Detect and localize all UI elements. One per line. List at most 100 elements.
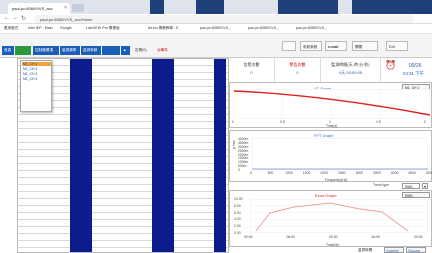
fft-plot	[252, 138, 428, 170]
axis-tick: 00:00	[244, 235, 253, 239]
x-tick: 0	[232, 120, 234, 124]
grid-row	[18, 192, 228, 199]
axis-tick: 5000	[426, 171, 432, 175]
grid-row	[18, 206, 228, 213]
bookmark-item[interactable]: LabVIEW Pro 專業版	[86, 26, 120, 31]
settings-button[interactable]	[282, 41, 296, 51]
y-axis-label: g rms	[232, 140, 236, 149]
axis-tick: 6.00	[234, 210, 241, 215]
bookmark-item[interactable]: pau-pc:8080/VVS_	[248, 26, 278, 30]
grid-row	[18, 164, 228, 171]
bookmark-item[interactable]: Google	[60, 26, 72, 30]
dropdown-option[interactable]: M1_CH 3	[22, 72, 51, 76]
legend-box: RMS	[402, 192, 430, 198]
axis-tick: 2.00	[234, 224, 241, 229]
system-params-button[interactable]: 系統參數	[300, 41, 322, 51]
window-decoration	[196, 0, 224, 14]
toolbar-button[interactable]	[15, 46, 31, 55]
x-tick: 1.5	[376, 120, 381, 124]
card-label: 警告次數	[289, 62, 306, 67]
tab-title: paul-pc:8080/VVS_acc	[12, 6, 53, 11]
measure-params-button[interactable]: 量測參數	[81, 46, 101, 55]
channel-column	[152, 59, 174, 252]
exit-button[interactable]: Exit	[386, 41, 408, 51]
axis-tick: 2000	[320, 171, 328, 175]
axis-tick: 10.00	[234, 197, 243, 201]
controller-options-button[interactable]: 控制器選項	[33, 46, 59, 55]
reload-icon[interactable]: ↻	[21, 15, 26, 22]
grid-row	[18, 115, 228, 122]
axis-tick: 2500	[338, 171, 346, 175]
close-icon[interactable]: ×	[64, 5, 67, 11]
trend-type-label: Trend type	[373, 183, 390, 187]
grid-row	[18, 150, 228, 157]
monitor-time-card: 監測時間(天-時:分:秒) 0天-00:00:05	[321, 58, 381, 82]
axis-tick: 3000	[355, 171, 364, 175]
disconnect-button[interactable]: Disconn	[406, 247, 426, 253]
bookmark-item[interactable]: Intel IEP - Main	[28, 26, 53, 30]
trend-type-select[interactable]: RMS	[402, 183, 420, 189]
bookmarks-bar: 應用程式 Intel IEP - Main Google LabVIEW Pro…	[0, 24, 432, 34]
alarm-count-card: 告警次數 0	[229, 58, 275, 82]
axis-tick: 06:00	[286, 235, 296, 239]
app-toolbar: 首頁 控制器選項 量測頻率 量測參數 ▲ 告警(0) @事件 系統參數 e-ma…	[0, 34, 432, 58]
url-input[interactable]: paul-pc:8080/VVS_acc/Home	[34, 15, 414, 23]
axis-tick: 1000	[285, 171, 293, 175]
grid-row	[18, 234, 228, 241]
toolbar-button[interactable]	[102, 46, 120, 55]
email-button[interactable]: e-mail	[325, 41, 347, 51]
x-axis-label: Frequency(Hz)	[325, 178, 348, 182]
axis-tick: 500	[267, 171, 274, 175]
warn-count: 告警(0)	[135, 48, 147, 52]
bookmark-item[interactable]: 應用程式	[4, 26, 18, 31]
grid-row	[18, 178, 228, 185]
footer-caption: 量測時間	[358, 248, 373, 252]
trend-graph-panel: Trend Graph RMS Time(hh) 10.00 8.00 6.00 4.…	[229, 190, 432, 247]
card-value: 0	[296, 70, 299, 75]
card-label: 告警次數	[243, 62, 260, 67]
address-bar: ← → ↻ paul-pc:8080/VVS_acc/Home	[0, 14, 432, 24]
warning-icon[interactable]: ▲	[121, 46, 130, 55]
yt-graph-panel: YT Graph M1_CH 1 0 0.5 1 1.5 2 Time(s)	[229, 82, 432, 128]
grid-row	[18, 199, 228, 206]
axis-tick: 0	[238, 168, 240, 172]
grid-row	[18, 171, 228, 178]
bookmark-item[interactable]: pau-pc:8080/VVS_	[200, 26, 230, 30]
bookmark-item[interactable]: pau-pc:8080/VVS_	[296, 26, 326, 30]
bookmark-item[interactable]: lbLion 專業教學 - E	[148, 26, 179, 31]
card-value: 0	[250, 70, 253, 75]
grid-row	[18, 220, 228, 227]
chart-title: Trend Graph	[314, 193, 337, 198]
axis-tick: 8.00	[234, 203, 241, 208]
dropdown-option[interactable]: M1_CH 1	[22, 62, 51, 66]
axis-tick: 06:00	[371, 235, 381, 239]
measure-frequency-button[interactable]: 量測頻率	[60, 46, 80, 55]
x-axis-label: Time(hh)	[326, 243, 340, 247]
grid-row	[18, 143, 228, 150]
grid-row	[18, 129, 228, 136]
axis-tick: 0	[250, 171, 252, 175]
window-decoration	[150, 0, 164, 14]
browser-tab[interactable]: paul-pc:8080/VVS_acc ×	[8, 3, 70, 14]
home-button[interactable]: 首頁	[2, 46, 14, 55]
forward-icon[interactable]: →	[12, 15, 18, 21]
browser-tab-bar: paul-pc:8080/VVS_acc ×	[0, 0, 432, 14]
window-decoration	[278, 0, 338, 14]
fft-graph-panel: FFT Graph g rms Frequency(Hz) 4000m 3500m…	[229, 130, 432, 182]
dropdown-option[interactable]: M1_CH 4	[22, 77, 51, 81]
dropdown-option[interactable]: M1_CH 2	[22, 67, 51, 71]
back-icon[interactable]: ←	[4, 15, 10, 21]
connect-button[interactable]: Connect	[384, 247, 404, 253]
axis-tick: 00:00	[329, 235, 338, 239]
channel-dropdown[interactable]: M1_CH 1 M1_CH 2 M1_CH 3 M1_CH 4	[20, 60, 52, 112]
grid-row	[18, 185, 228, 192]
grid-row	[18, 248, 228, 252]
alarm-event-button[interactable]: @事件	[155, 46, 175, 55]
new-tab-button[interactable]	[72, 4, 84, 12]
chevron-down-icon[interactable]: ▾	[422, 183, 428, 189]
warning-count-card: 警告次數 0	[275, 58, 321, 82]
axis-tick: 00:00	[414, 235, 423, 239]
axis-tick: 1500	[302, 171, 311, 175]
card-label: 監測時間(天-時:分:秒)	[331, 62, 370, 67]
off-button[interactable]: 關閉	[352, 41, 378, 51]
